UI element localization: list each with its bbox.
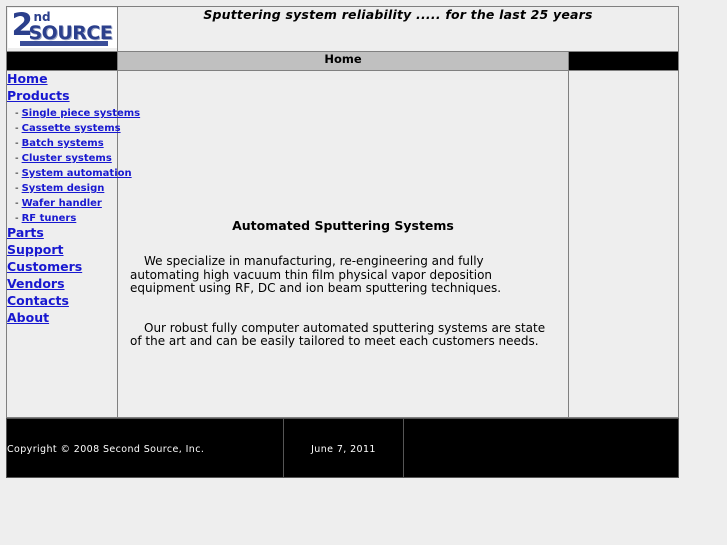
- bullet-dash-icon: -: [15, 198, 19, 209]
- footer-right-cell: [403, 418, 679, 478]
- footer-copyright-cell: Copyright © 2008 Second Source, Inc.: [6, 418, 284, 478]
- sidebar-item-contacts[interactable]: Contacts: [7, 293, 117, 308]
- sidebar-item-system-automation[interactable]: - System automation: [7, 165, 132, 179]
- bullet-dash-icon: -: [15, 213, 19, 224]
- logo-cell: 2 nd SOURCE: [6, 6, 118, 52]
- sidebar-link-home[interactable]: Home: [7, 71, 48, 86]
- footer: Copyright © 2008 Second Source, Inc. Jun…: [6, 418, 679, 478]
- main-content: Automated Sputtering Systems We speciali…: [117, 70, 569, 418]
- sidebar-link-about[interactable]: About: [7, 310, 49, 325]
- bullet-dash-icon: -: [15, 138, 19, 149]
- logo-underbar-shape: [19, 41, 108, 46]
- sidebar-link-wafer-handler[interactable]: Wafer handler: [22, 198, 102, 209]
- footer-date-text: June 7, 2011: [311, 444, 376, 455]
- tagline-cell: Sputtering system reliability ..... for …: [117, 6, 679, 52]
- content-inner: Automated Sputtering Systems We speciali…: [118, 71, 568, 348]
- navbar-right-spacer: [567, 51, 680, 71]
- sidebar: Home Products - Single piece systems - Cas…: [6, 70, 140, 418]
- right-column: [567, 70, 680, 418]
- company-logo[interactable]: 2 nd SOURCE: [7, 8, 117, 48]
- footer-copyright-text: Copyright © 2008 Second Source, Inc.: [7, 444, 205, 455]
- sidebar-item-rf-tuners[interactable]: - RF tuners: [7, 210, 117, 224]
- sidebar-item-about[interactable]: About: [7, 310, 117, 325]
- sidebar-item-cluster-systems[interactable]: - Cluster systems: [7, 150, 117, 164]
- navbar-current-page-cell[interactable]: Home: [117, 51, 569, 71]
- sidebar-item-customers[interactable]: Customers: [7, 259, 117, 274]
- sidebar-nav-list: Home Products - Single piece systems - Cas…: [7, 71, 140, 325]
- page-root: 2 nd SOURCE Sputtering system reliabilit…: [0, 0, 727, 545]
- content-paragraph-1: We specialize in manufacturing, re-engin…: [130, 254, 502, 295]
- bullet-dash-icon: -: [15, 123, 19, 134]
- sidebar-link-contacts[interactable]: Contacts: [7, 293, 69, 308]
- navbar-current-page-label: Home: [324, 52, 362, 66]
- sidebar-item-system-design[interactable]: - System design: [7, 180, 117, 194]
- sidebar-item-vendors[interactable]: Vendors: [7, 276, 117, 291]
- sidebar-item-batch-systems[interactable]: - Batch systems: [7, 135, 117, 149]
- bullet-dash-icon: -: [15, 108, 19, 119]
- tagline-text: Sputtering system reliability ..... for …: [203, 7, 593, 22]
- sidebar-link-support[interactable]: Support: [7, 242, 64, 257]
- sidebar-link-rf-tuners[interactable]: RF tuners: [22, 213, 77, 224]
- sidebar-link-batch-systems[interactable]: Batch systems: [22, 138, 104, 149]
- sidebar-item-cassette-systems[interactable]: - Cassette systems: [7, 120, 121, 134]
- sidebar-item-support[interactable]: Support: [7, 242, 117, 257]
- layout-table: 2 nd SOURCE Sputtering system reliabilit…: [6, 6, 680, 418]
- bullet-dash-icon: -: [15, 153, 19, 164]
- sidebar-link-customers[interactable]: Customers: [7, 259, 82, 274]
- sidebar-link-products[interactable]: Products: [7, 88, 70, 103]
- bullet-dash-icon: -: [15, 183, 19, 194]
- content-heading: Automated Sputtering Systems: [232, 218, 454, 233]
- sidebar-link-system-automation[interactable]: System automation: [22, 168, 132, 179]
- content-paragraph-2: Our robust fully computer automated sput…: [130, 320, 546, 348]
- body-row: Home Products - Single piece systems - Cas…: [6, 70, 680, 418]
- sidebar-link-parts[interactable]: Parts: [7, 225, 44, 240]
- sidebar-link-cluster-systems[interactable]: Cluster systems: [22, 153, 112, 164]
- sidebar-item-wafer-handler[interactable]: - Wafer handler: [7, 195, 117, 209]
- navbar-row: Home: [6, 51, 680, 71]
- sidebar-item-products[interactable]: Products: [7, 88, 117, 103]
- bullet-dash-icon: -: [15, 168, 19, 179]
- footer-date-cell: June 7, 2011: [283, 418, 404, 478]
- header-row: 2 nd SOURCE Sputtering system reliabilit…: [6, 6, 679, 52]
- navbar-left-spacer: [6, 51, 118, 71]
- sidebar-link-system-design[interactable]: System design: [22, 183, 105, 194]
- sidebar-link-cassette-systems[interactable]: Cassette systems: [22, 123, 121, 134]
- sidebar-item-single-piece-systems[interactable]: - Single piece systems: [7, 105, 140, 119]
- sidebar-link-vendors[interactable]: Vendors: [7, 276, 65, 291]
- sidebar-item-parts[interactable]: Parts: [7, 225, 117, 240]
- sidebar-link-single-piece-systems[interactable]: Single piece systems: [22, 108, 141, 119]
- footer-row: Copyright © 2008 Second Source, Inc. Jun…: [6, 418, 679, 478]
- sidebar-item-home[interactable]: Home: [7, 71, 117, 86]
